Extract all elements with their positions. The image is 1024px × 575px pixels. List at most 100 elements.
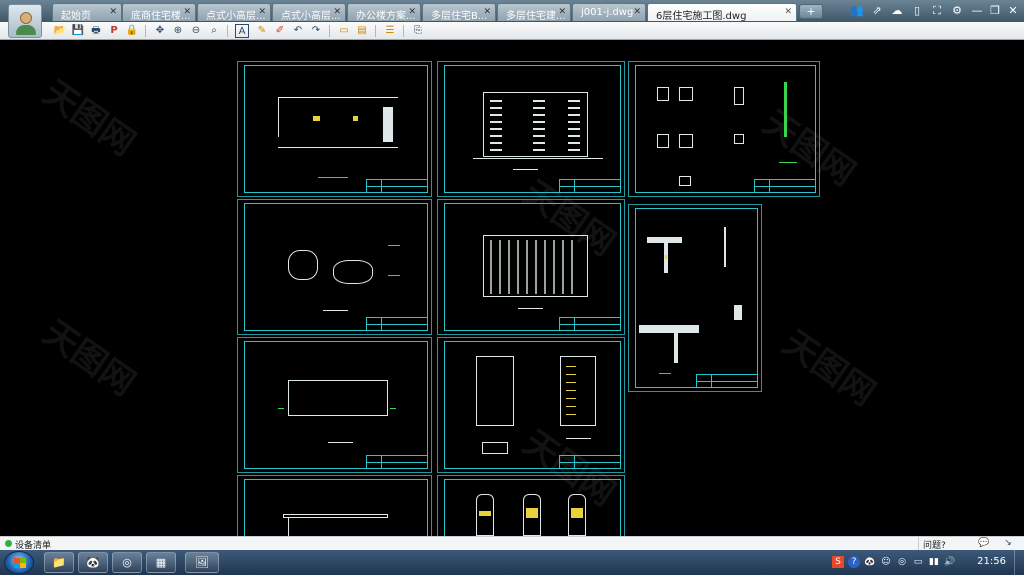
show-desktop-button[interactable] bbox=[1014, 550, 1024, 575]
tab-document[interactable]: 点式小高层... ✕ bbox=[272, 3, 346, 21]
title-block bbox=[559, 179, 621, 193]
tab-document[interactable]: 多层住宅建... ✕ bbox=[497, 3, 571, 21]
drawing-sheet-rear-elevation[interactable] bbox=[437, 199, 625, 335]
settings-icon[interactable]: ⚙ bbox=[949, 3, 965, 19]
tab-label: 起始页 bbox=[61, 11, 91, 21]
new-tab-button[interactable]: + bbox=[799, 4, 823, 19]
taskbar-explorer-icon[interactable]: 📁 bbox=[44, 552, 74, 573]
tab-close-icon[interactable]: ✕ bbox=[633, 7, 641, 17]
pdf-icon[interactable]: P bbox=[107, 24, 121, 38]
tab-close-icon[interactable]: ✕ bbox=[109, 7, 117, 17]
highlight-icon[interactable]: ✐ bbox=[273, 24, 287, 38]
tab-close-icon[interactable]: ✕ bbox=[784, 7, 792, 17]
drawing-sheet-sections[interactable] bbox=[628, 204, 762, 392]
zoom-window-icon[interactable]: ⌕ bbox=[207, 24, 221, 38]
tab-label: 多层住宅建... bbox=[506, 11, 566, 21]
taskbar-app-icon[interactable]: 🐼 bbox=[78, 552, 108, 573]
drawing-sheet-side-elevations[interactable] bbox=[437, 337, 625, 473]
tray-circle-icon[interactable]: ◎ bbox=[896, 556, 908, 568]
share-icon[interactable]: ⇗ bbox=[869, 3, 885, 19]
tray-monitor-icon[interactable]: ▭ bbox=[912, 556, 924, 568]
sheet-frame bbox=[244, 65, 428, 193]
taskbar-archive-icon[interactable]: ▦ bbox=[146, 552, 176, 573]
close-icon[interactable]: ✕ bbox=[1005, 3, 1021, 19]
drawing-sheet-front-elevation[interactable] bbox=[437, 61, 625, 197]
drawing-sheet-roof-plan[interactable] bbox=[237, 199, 432, 335]
zoom-in-icon[interactable]: ⊕ bbox=[171, 24, 185, 38]
collapse-icon[interactable]: ↘ bbox=[998, 538, 1018, 550]
drawing-sheet-floor-plan[interactable] bbox=[237, 61, 432, 197]
tab-document[interactable]: 办公楼方案... ✕ bbox=[347, 3, 421, 21]
tab-close-icon[interactable]: ✕ bbox=[333, 7, 341, 17]
start-button[interactable] bbox=[4, 551, 34, 574]
tab-label: 办公楼方案... bbox=[356, 11, 416, 21]
cloud-icon[interactable]: ☁ bbox=[889, 3, 905, 19]
volume-icon[interactable]: 🔊 bbox=[944, 556, 956, 568]
undo-icon[interactable]: ↶ bbox=[291, 24, 305, 38]
measure-icon[interactable]: ▭ bbox=[337, 24, 351, 38]
plan-wall bbox=[278, 147, 398, 148]
taskbar-viewer-icon[interactable]: 🖼 bbox=[185, 552, 219, 573]
tab-close-icon[interactable]: ✕ bbox=[183, 7, 191, 17]
save-icon[interactable]: 💾 bbox=[71, 24, 85, 38]
elevation-windows bbox=[490, 100, 502, 152]
text-icon[interactable]: A bbox=[235, 24, 249, 38]
section-slab bbox=[639, 325, 699, 333]
redo-icon[interactable]: ↷ bbox=[309, 24, 323, 38]
user-icon[interactable]: 👥 bbox=[849, 3, 865, 19]
tray-face-icon[interactable]: ☺ bbox=[880, 556, 892, 568]
elevation-windows bbox=[568, 100, 580, 152]
tab-start[interactable]: 起始页 ✕ bbox=[52, 3, 122, 21]
tab-document[interactable]: 点式小高层... ✕ bbox=[197, 3, 271, 21]
taskbar-app-icon[interactable]: ◎ bbox=[112, 552, 142, 573]
title-block bbox=[559, 317, 621, 331]
roof-dimension bbox=[388, 275, 400, 276]
drawing-sheet-details[interactable] bbox=[628, 61, 820, 197]
open-icon[interactable]: 📂 bbox=[53, 24, 67, 38]
side-elevation bbox=[476, 356, 514, 426]
detail-box bbox=[679, 134, 693, 148]
pencil-icon[interactable]: ✎ bbox=[255, 24, 269, 38]
phone-icon[interactable]: ▯ bbox=[909, 3, 925, 19]
drawing-sheet-stair-details[interactable] bbox=[437, 475, 625, 536]
tray-help-icon[interactable]: ? bbox=[848, 556, 860, 568]
tray-panda-icon[interactable]: 🐼 bbox=[864, 556, 876, 568]
elevation-windows bbox=[533, 100, 545, 152]
tab-document[interactable]: 底商住宅楼... ✕ bbox=[122, 3, 196, 21]
app-window: 起始页 ✕ 底商住宅楼... ✕ 点式小高层... ✕ 点式小高层... ✕ 办公楼方案… bbox=[0, 0, 1024, 575]
tab-document[interactable]: j001-j.dwg ✕ bbox=[572, 3, 646, 21]
drawing-sheet-foundation[interactable] bbox=[237, 337, 432, 473]
area-icon[interactable]: ▤ bbox=[355, 24, 369, 38]
drawing-sheet-section-a[interactable] bbox=[237, 475, 432, 536]
tab-close-icon[interactable]: ✕ bbox=[258, 7, 266, 17]
tab-active-document[interactable]: 6层住宅施工图.dwg ✕ bbox=[647, 3, 797, 21]
fullscreen-icon[interactable]: ⛶ bbox=[929, 3, 945, 19]
tab-close-icon[interactable]: ✕ bbox=[558, 7, 566, 17]
title-block bbox=[366, 317, 428, 331]
pan-icon[interactable]: ✥ bbox=[153, 24, 167, 38]
tab-label: 6层住宅施工图.dwg bbox=[656, 11, 747, 21]
drawing-canvas[interactable]: 天图网 天图网 天图网 天图网 天图网 天图网 bbox=[0, 41, 1024, 536]
print-icon[interactable]: 🖶 bbox=[89, 24, 103, 38]
chat-icon[interactable]: 💬 bbox=[974, 538, 994, 550]
export-icon[interactable]: ⎘ bbox=[411, 24, 425, 38]
network-icon[interactable]: ▮▮ bbox=[928, 556, 940, 568]
tab-bar: 起始页 ✕ 底商住宅楼... ✕ 点式小高层... ✕ 点式小高层... ✕ 办公楼方案… bbox=[0, 0, 1024, 22]
help-link[interactable]: 问题? bbox=[918, 537, 964, 551]
layers-icon[interactable]: ☰ bbox=[383, 24, 397, 38]
zoom-out-icon[interactable]: ⊖ bbox=[189, 24, 203, 38]
stair-tread bbox=[571, 508, 583, 518]
title-block bbox=[754, 179, 816, 193]
tab-close-icon[interactable]: ✕ bbox=[483, 7, 491, 17]
title-block bbox=[559, 455, 621, 469]
tray-s-icon[interactable]: S bbox=[832, 556, 844, 568]
clock[interactable]: 21:56 bbox=[977, 556, 1006, 567]
lock-icon[interactable]: 🔒 bbox=[125, 24, 139, 38]
tab-document[interactable]: 多层住宅B... ✕ bbox=[422, 3, 496, 21]
tab-close-icon[interactable]: ✕ bbox=[408, 7, 416, 17]
watermark: 天图网 bbox=[775, 322, 883, 415]
minimize-icon[interactable]: — bbox=[969, 3, 985, 19]
restore-icon[interactable]: ❐ bbox=[987, 3, 1003, 19]
plan-highlight bbox=[313, 116, 320, 121]
avatar[interactable] bbox=[8, 4, 42, 38]
